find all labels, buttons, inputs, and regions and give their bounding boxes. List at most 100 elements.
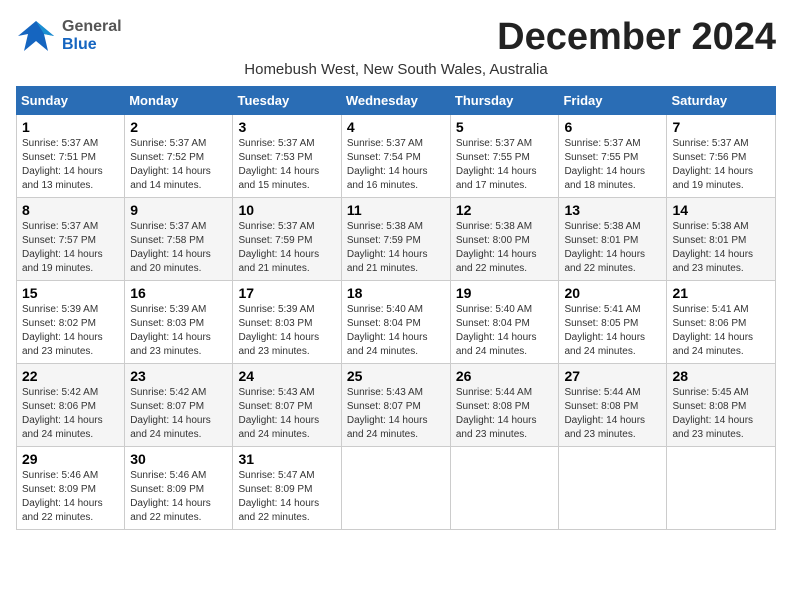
calendar-cell: 15 Sunrise: 5:39 AM Sunset: 8:02 PM Dayl… <box>17 281 125 364</box>
sunset-text: Sunset: 7:55 PM <box>456 152 530 163</box>
day-number: 6 <box>564 119 661 135</box>
day-info: Sunrise: 5:41 AM Sunset: 8:05 PM Dayligh… <box>564 303 661 359</box>
sunrise-text: Sunrise: 5:44 AM <box>456 387 532 398</box>
daylight-text: Daylight: 14 hours and 23 minutes. <box>456 415 537 440</box>
col-wednesday: Wednesday <box>341 87 450 115</box>
day-number: 9 <box>130 202 227 218</box>
calendar-cell: 16 Sunrise: 5:39 AM Sunset: 8:03 PM Dayl… <box>125 281 233 364</box>
sunrise-text: Sunrise: 5:46 AM <box>22 470 98 481</box>
sunrise-text: Sunrise: 5:44 AM <box>564 387 640 398</box>
sunrise-text: Sunrise: 5:42 AM <box>130 387 206 398</box>
sunset-text: Sunset: 8:07 PM <box>347 401 421 412</box>
calendar-cell: 22 Sunrise: 5:42 AM Sunset: 8:06 PM Dayl… <box>17 364 125 447</box>
day-info: Sunrise: 5:37 AM Sunset: 7:56 PM Dayligh… <box>672 137 770 193</box>
daylight-text: Daylight: 14 hours and 24 minutes. <box>22 415 103 440</box>
sunset-text: Sunset: 7:51 PM <box>22 152 96 163</box>
calendar-cell: 4 Sunrise: 5:37 AM Sunset: 7:54 PM Dayli… <box>341 115 450 198</box>
sunset-text: Sunset: 8:04 PM <box>347 318 421 329</box>
sunrise-text: Sunrise: 5:38 AM <box>672 221 748 232</box>
day-number: 30 <box>130 451 227 467</box>
sunrise-text: Sunrise: 5:40 AM <box>456 304 532 315</box>
sunrise-text: Sunrise: 5:37 AM <box>238 138 314 149</box>
sunset-text: Sunset: 8:04 PM <box>456 318 530 329</box>
day-number: 10 <box>238 202 335 218</box>
day-info: Sunrise: 5:46 AM Sunset: 8:09 PM Dayligh… <box>22 469 119 525</box>
sunrise-text: Sunrise: 5:38 AM <box>347 221 423 232</box>
calendar-table: Sunday Monday Tuesday Wednesday Thursday… <box>16 86 776 530</box>
day-number: 2 <box>130 119 227 135</box>
sunset-text: Sunset: 8:09 PM <box>238 484 312 495</box>
sunrise-text: Sunrise: 5:38 AM <box>564 221 640 232</box>
day-info: Sunrise: 5:46 AM Sunset: 8:09 PM Dayligh… <box>130 469 227 525</box>
sunrise-text: Sunrise: 5:37 AM <box>672 138 748 149</box>
daylight-text: Daylight: 14 hours and 20 minutes. <box>130 249 211 274</box>
sunset-text: Sunset: 8:08 PM <box>456 401 530 412</box>
calendar-cell: 23 Sunrise: 5:42 AM Sunset: 8:07 PM Dayl… <box>125 364 233 447</box>
daylight-text: Daylight: 14 hours and 23 minutes. <box>130 332 211 357</box>
daylight-text: Daylight: 14 hours and 24 minutes. <box>672 332 753 357</box>
calendar-cell: 5 Sunrise: 5:37 AM Sunset: 7:55 PM Dayli… <box>450 115 559 198</box>
calendar-cell: 21 Sunrise: 5:41 AM Sunset: 8:06 PM Dayl… <box>667 281 776 364</box>
day-info: Sunrise: 5:40 AM Sunset: 8:04 PM Dayligh… <box>347 303 445 359</box>
sunrise-text: Sunrise: 5:37 AM <box>456 138 532 149</box>
sunset-text: Sunset: 7:57 PM <box>22 235 96 246</box>
calendar-cell <box>667 447 776 530</box>
calendar-header-row: Sunday Monday Tuesday Wednesday Thursday… <box>17 87 776 115</box>
col-saturday: Saturday <box>667 87 776 115</box>
sunset-text: Sunset: 8:00 PM <box>456 235 530 246</box>
location-subtitle: Homebush West, New South Wales, Australi… <box>16 61 776 78</box>
calendar-cell: 7 Sunrise: 5:37 AM Sunset: 7:56 PM Dayli… <box>667 115 776 198</box>
logo-bird-icon <box>16 16 56 56</box>
sunrise-text: Sunrise: 5:37 AM <box>238 221 314 232</box>
logo-blue: Blue <box>62 36 97 53</box>
sunrise-text: Sunrise: 5:41 AM <box>564 304 640 315</box>
calendar-week-row: 8 Sunrise: 5:37 AM Sunset: 7:57 PM Dayli… <box>17 198 776 281</box>
day-info: Sunrise: 5:37 AM Sunset: 7:58 PM Dayligh… <box>130 220 227 276</box>
calendar-cell: 31 Sunrise: 5:47 AM Sunset: 8:09 PM Dayl… <box>233 447 341 530</box>
daylight-text: Daylight: 14 hours and 23 minutes. <box>672 249 753 274</box>
day-number: 28 <box>672 368 770 384</box>
day-number: 12 <box>456 202 554 218</box>
calendar-cell: 29 Sunrise: 5:46 AM Sunset: 8:09 PM Dayl… <box>17 447 125 530</box>
calendar-cell: 18 Sunrise: 5:40 AM Sunset: 8:04 PM Dayl… <box>341 281 450 364</box>
sunrise-text: Sunrise: 5:39 AM <box>238 304 314 315</box>
calendar-cell: 19 Sunrise: 5:40 AM Sunset: 8:04 PM Dayl… <box>450 281 559 364</box>
calendar-cell: 27 Sunrise: 5:44 AM Sunset: 8:08 PM Dayl… <box>559 364 667 447</box>
daylight-text: Daylight: 14 hours and 15 minutes. <box>238 166 319 191</box>
calendar-cell: 6 Sunrise: 5:37 AM Sunset: 7:55 PM Dayli… <box>559 115 667 198</box>
day-number: 4 <box>347 119 445 135</box>
sunset-text: Sunset: 8:05 PM <box>564 318 638 329</box>
day-info: Sunrise: 5:44 AM Sunset: 8:08 PM Dayligh… <box>564 386 661 442</box>
day-number: 11 <box>347 202 445 218</box>
daylight-text: Daylight: 14 hours and 23 minutes. <box>672 415 753 440</box>
sunset-text: Sunset: 7:59 PM <box>347 235 421 246</box>
calendar-cell <box>450 447 559 530</box>
daylight-text: Daylight: 14 hours and 23 minutes. <box>564 415 645 440</box>
sunrise-text: Sunrise: 5:40 AM <box>347 304 423 315</box>
sunrise-text: Sunrise: 5:45 AM <box>672 387 748 398</box>
daylight-text: Daylight: 14 hours and 22 minutes. <box>456 249 537 274</box>
day-info: Sunrise: 5:42 AM Sunset: 8:07 PM Dayligh… <box>130 386 227 442</box>
day-number: 16 <box>130 285 227 301</box>
sunset-text: Sunset: 8:08 PM <box>672 401 746 412</box>
sunset-text: Sunset: 8:01 PM <box>672 235 746 246</box>
day-info: Sunrise: 5:37 AM Sunset: 7:54 PM Dayligh… <box>347 137 445 193</box>
calendar-cell: 10 Sunrise: 5:37 AM Sunset: 7:59 PM Dayl… <box>233 198 341 281</box>
day-number: 27 <box>564 368 661 384</box>
day-number: 3 <box>238 119 335 135</box>
sunset-text: Sunset: 8:07 PM <box>238 401 312 412</box>
sunrise-text: Sunrise: 5:37 AM <box>130 138 206 149</box>
day-info: Sunrise: 5:39 AM Sunset: 8:03 PM Dayligh… <box>130 303 227 359</box>
calendar-week-row: 15 Sunrise: 5:39 AM Sunset: 8:02 PM Dayl… <box>17 281 776 364</box>
daylight-text: Daylight: 14 hours and 24 minutes. <box>347 332 428 357</box>
sunset-text: Sunset: 7:56 PM <box>672 152 746 163</box>
daylight-text: Daylight: 14 hours and 24 minutes. <box>130 415 211 440</box>
day-info: Sunrise: 5:38 AM Sunset: 8:00 PM Dayligh… <box>456 220 554 276</box>
day-number: 13 <box>564 202 661 218</box>
col-thursday: Thursday <box>450 87 559 115</box>
sunset-text: Sunset: 7:58 PM <box>130 235 204 246</box>
day-number: 22 <box>22 368 119 384</box>
day-info: Sunrise: 5:47 AM Sunset: 8:09 PM Dayligh… <box>238 469 335 525</box>
day-info: Sunrise: 5:45 AM Sunset: 8:08 PM Dayligh… <box>672 386 770 442</box>
month-year-title: December 2024 <box>497 16 776 59</box>
